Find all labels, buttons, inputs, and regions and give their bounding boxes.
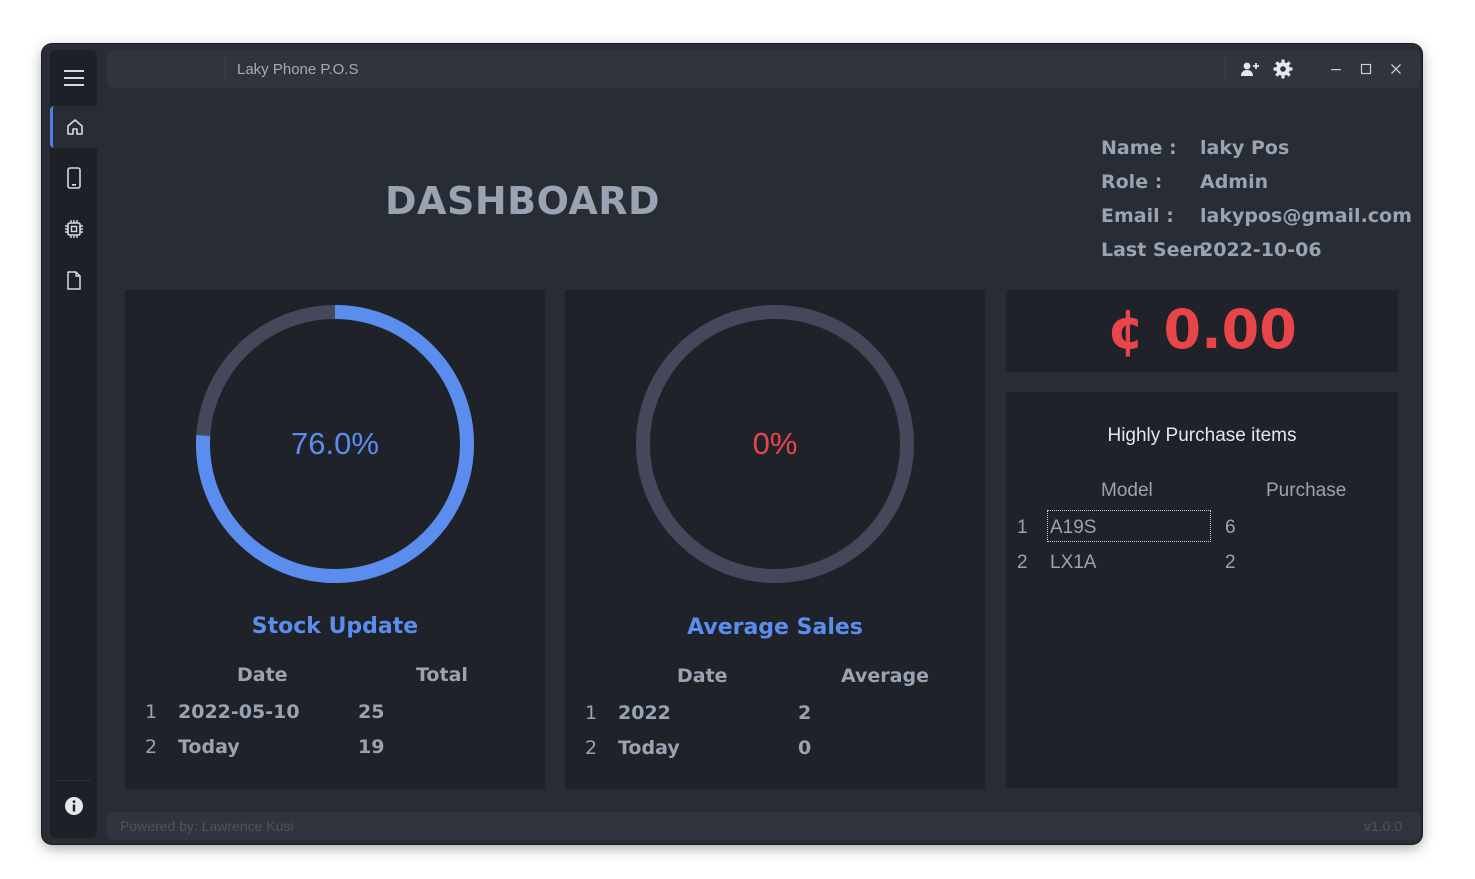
add-user-icon — [1241, 62, 1259, 76]
stock-col-total: Total — [416, 664, 468, 686]
sidebar-divider — [56, 780, 91, 781]
info-icon — [64, 797, 83, 815]
stock-update-title: Stock Update — [251, 614, 419, 639]
home-icon — [67, 119, 83, 135]
settings-button[interactable] — [1273, 59, 1293, 79]
last-seen-value: 2022-10-06 — [1200, 239, 1322, 261]
status-bar: Powered by: Lawrence Kusi v1.0.0 — [107, 812, 1420, 840]
purchases-row-count[interactable]: 2 — [1225, 552, 1236, 574]
email-value: lakypos@gmail.com — [1200, 205, 1412, 227]
title-separator — [1225, 56, 1226, 82]
sales-gauge-value: 0% — [752, 426, 798, 461]
chip-icon — [64, 220, 83, 238]
close-button[interactable] — [1386, 59, 1406, 79]
stock-row-date[interactable]: Today — [178, 736, 240, 758]
sales-gauge: 0% — [633, 302, 917, 586]
close-icon — [1391, 64, 1401, 74]
sidebar-item-reports[interactable] — [50, 259, 97, 301]
purchases-row-model[interactable]: LX1A — [1050, 552, 1096, 574]
title-bar: Laky Phone P.O.S — [107, 50, 1420, 88]
purchases-col-model: Model — [1101, 480, 1153, 501]
app-title: Laky Phone P.O.S — [237, 61, 359, 78]
sales-row-number: 1 — [585, 702, 598, 724]
sales-col-date: Date — [677, 665, 728, 687]
sidebar — [50, 50, 97, 838]
stock-update-panel: 76.0% Stock Update Date Total 1 2022-05-… — [125, 290, 545, 789]
sidebar-item-accessories[interactable] — [50, 208, 97, 250]
purchases-panel: Highly Purchase items Model Purchase 1 A… — [1006, 392, 1398, 788]
purchases-title: Highly Purchase items — [1107, 425, 1297, 446]
name-label: Name : — [1101, 137, 1177, 159]
purchases-col-purchase: Purchase — [1266, 480, 1347, 501]
maximize-icon — [1360, 63, 1372, 75]
footer-version: v1.0.0 — [1363, 818, 1402, 834]
document-icon — [66, 270, 81, 290]
sales-row-average[interactable]: 2 — [798, 702, 811, 724]
balance-panel: ¢ 0.00 — [1006, 290, 1398, 372]
menu-button[interactable] — [50, 57, 97, 99]
stock-row-number: 1 — [145, 701, 158, 723]
stock-col-date: Date — [237, 664, 288, 686]
sales-col-average: Average — [841, 665, 929, 687]
email-label: Email : — [1101, 205, 1174, 227]
stock-gauge: 76.0% — [193, 302, 477, 586]
name-value: laky Pos — [1200, 137, 1290, 159]
stock-row-total[interactable]: 25 — [358, 701, 384, 723]
app-window: Laky Phone P.O.S DASHBOARD Name: laky P… — [42, 44, 1422, 844]
minimize-button[interactable] — [1326, 59, 1346, 79]
balance-amount: ¢ 0.00 — [1107, 298, 1297, 361]
stock-row-total[interactable]: 19 — [358, 736, 384, 758]
footer-credit: Powered by: Lawrence Kusi — [120, 818, 294, 834]
stock-row-date[interactable]: 2022-05-10 — [178, 701, 300, 723]
purchases-row-count[interactable]: 6 — [1225, 517, 1236, 539]
info-button[interactable] — [50, 785, 97, 827]
purchases-row-model[interactable]: A19S — [1050, 517, 1096, 539]
sidebar-item-phones[interactable] — [50, 157, 97, 199]
sales-row-number: 2 — [585, 737, 598, 759]
page-title: DASHBOARD — [385, 179, 661, 223]
sidebar-item-home[interactable] — [50, 106, 97, 148]
stock-row-number: 2 — [145, 736, 158, 758]
title-separator — [225, 56, 226, 82]
last-seen-label: Last Seen — [1101, 239, 1206, 261]
role-label: Role : — [1101, 171, 1163, 193]
minimize-icon — [1331, 69, 1341, 71]
sales-row-average[interactable]: 0 — [798, 737, 811, 759]
purchases-row-number: 2 — [1017, 552, 1028, 573]
gear-icon — [1273, 59, 1293, 79]
menu-icon — [63, 70, 84, 86]
maximize-button[interactable] — [1356, 59, 1376, 79]
phone-icon — [66, 167, 81, 189]
sales-row-date[interactable]: 2022 — [618, 702, 671, 724]
add-user-button[interactable] — [1240, 59, 1260, 79]
average-sales-title: Average Sales — [687, 615, 863, 640]
average-sales-panel: 0% Average Sales Date Average 1 2022 2 2… — [565, 290, 985, 789]
stock-gauge-value: 76.0% — [291, 426, 379, 461]
purchases-row-number: 1 — [1017, 517, 1028, 538]
role-value: Admin — [1200, 171, 1269, 193]
sales-row-date[interactable]: Today — [618, 737, 680, 759]
